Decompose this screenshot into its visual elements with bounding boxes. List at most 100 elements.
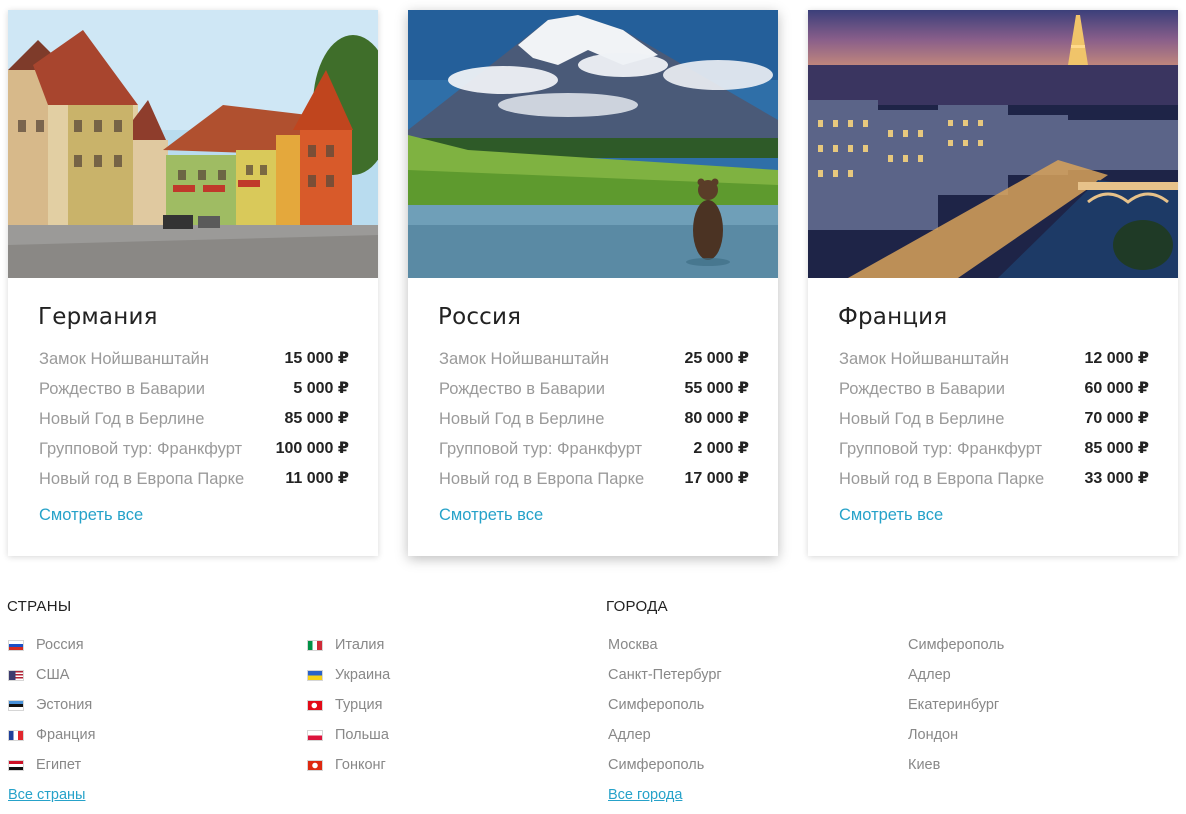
tour-item[interactable]: Новый год в Европа Парке 33 000 ₽ [839, 466, 1149, 496]
tour-name: Новый год в Европа Парке [839, 470, 1045, 488]
cities-column-1: Москва Санкт-Петербург Симферополь Адлер… [608, 630, 722, 780]
tour-name: Новый Год в Берлине [39, 410, 205, 428]
tour-price: 55 000 ₽ [684, 380, 749, 397]
tour-name: Групповой тур: Франкфурт [39, 440, 243, 458]
tour-item[interactable]: Новый Год в Берлине 80 000 ₽ [439, 406, 749, 436]
city-link[interactable]: Санкт-Петербург [608, 660, 722, 690]
city-link[interactable]: Адлер [908, 660, 1004, 690]
destination-card-france[interactable]: Франция Замок Нойшванштайн 12 000 ₽ Рожд… [808, 10, 1178, 556]
tour-price: 100 000 ₽ [275, 440, 349, 457]
card-title: Франция [838, 304, 948, 330]
tour-price: 70 000 ₽ [1084, 410, 1149, 427]
country-link-egypt[interactable]: Египет [8, 750, 95, 780]
see-all-link[interactable]: Смотреть все [439, 506, 543, 525]
city-link[interactable]: Симферополь [608, 690, 722, 720]
tour-name: Новый год в Европа Парке [439, 470, 645, 488]
card-title: Германия [38, 304, 158, 330]
paris-night-photo[interactable] [808, 10, 1178, 278]
russia-volcano-bear-photo[interactable] [408, 10, 778, 278]
tour-item[interactable]: Новый год в Европа Парке 17 000 ₽ [439, 466, 749, 496]
tour-item[interactable]: Групповой тур: Франкфурт 2 000 ₽ [439, 436, 749, 466]
tour-price: 85 000 ₽ [1084, 440, 1149, 457]
tour-name: Рождество в Баварии [839, 380, 1005, 398]
city-link[interactable]: Лондон [908, 720, 1004, 750]
tour-item[interactable]: Замок Нойшванштайн 12 000 ₽ [839, 346, 1149, 376]
country-link-poland[interactable]: Польша [307, 720, 390, 750]
city-link[interactable]: Киев [908, 750, 1004, 780]
flag-estonia-icon [8, 699, 24, 711]
tour-price: 5 000 ₽ [293, 380, 349, 397]
flag-turkey-icon [307, 699, 323, 711]
flag-usa-icon [8, 669, 24, 681]
flag-poland-icon [307, 729, 323, 741]
country-name: США [36, 667, 70, 683]
destination-card-russia[interactable]: Россия Замок Нойшванштайн 25 000 ₽ Рожде… [408, 10, 778, 556]
destination-card-germany[interactable]: Германия Замок Нойшванштайн 15 000 ₽ Рож… [8, 10, 378, 556]
all-cities-link[interactable]: Все города [608, 787, 682, 803]
tour-name: Групповой тур: Франкфурт [439, 440, 643, 458]
all-countries-link[interactable]: Все страны [8, 787, 85, 803]
flag-russia-icon [8, 639, 24, 651]
country-link-hongkong[interactable]: Гонконг [307, 750, 390, 780]
country-name: Россия [36, 637, 84, 653]
country-name: Египет [36, 757, 82, 773]
tour-price: 17 000 ₽ [684, 470, 749, 487]
city-link[interactable]: Симферополь [608, 750, 722, 780]
tour-item[interactable]: Групповой тур: Франкфурт 85 000 ₽ [839, 436, 1149, 466]
city-link[interactable]: Москва [608, 630, 722, 660]
tour-item[interactable]: Новый Год в Берлине 85 000 ₽ [39, 406, 349, 436]
country-link-ukraine[interactable]: Украина [307, 660, 390, 690]
cities-column-2: Симферополь Адлер Екатеринбург Лондон Ки… [908, 630, 1004, 780]
tour-name: Рождество в Баварии [439, 380, 605, 398]
cities-heading: ГОРОДА [606, 598, 668, 615]
tour-item[interactable]: Новый год в Европа Парке 11 000 ₽ [39, 466, 349, 496]
flag-italy-icon [307, 639, 323, 651]
city-link[interactable]: Адлер [608, 720, 722, 750]
country-name: Италия [335, 637, 385, 653]
tour-list: Замок Нойшванштайн 15 000 ₽ Рождество в … [39, 346, 349, 496]
country-name: Эстония [36, 697, 93, 713]
see-all-link[interactable]: Смотреть все [839, 506, 943, 525]
flag-france-icon [8, 729, 24, 741]
tour-item[interactable]: Замок Нойшванштайн 25 000 ₽ [439, 346, 749, 376]
country-link-france[interactable]: Франция [8, 720, 95, 750]
countries-heading: СТРАНЫ [7, 598, 72, 615]
destination-cards: Германия Замок Нойшванштайн 15 000 ₽ Рож… [8, 10, 1178, 556]
tour-price: 12 000 ₽ [1084, 350, 1149, 367]
tour-price: 2 000 ₽ [693, 440, 749, 457]
country-link-italy[interactable]: Италия [307, 630, 390, 660]
see-all-link[interactable]: Смотреть все [39, 506, 143, 525]
country-link-turkey[interactable]: Турция [307, 690, 390, 720]
tour-item[interactable]: Новый Год в Берлине 70 000 ₽ [839, 406, 1149, 436]
country-name: Франция [36, 727, 96, 743]
country-name: Турция [335, 697, 383, 713]
tour-item[interactable]: Групповой тур: Франкфурт 100 000 ₽ [39, 436, 349, 466]
country-link-russia[interactable]: Россия [8, 630, 95, 660]
countries-column-1: Россия США Эстония Франция Египет [8, 630, 95, 780]
tour-name: Новый Год в Берлине [839, 410, 1005, 428]
country-link-estonia[interactable]: Эстония [8, 690, 95, 720]
flag-egypt-icon [8, 759, 24, 771]
country-name: Украина [335, 667, 391, 683]
germany-old-town-photo[interactable] [8, 10, 378, 278]
tour-price: 80 000 ₽ [684, 410, 749, 427]
tour-name: Замок Нойшванштайн [839, 350, 1009, 368]
tour-list: Замок Нойшванштайн 12 000 ₽ Рождество в … [839, 346, 1149, 496]
flag-hongkong-icon [307, 759, 323, 771]
countries-column-2: Италия Украина Турция Польша Гонконг [307, 630, 390, 780]
country-name: Гонконг [335, 757, 386, 773]
tour-item[interactable]: Рождество в Баварии 55 000 ₽ [439, 376, 749, 406]
tour-price: 11 000 ₽ [285, 470, 349, 487]
city-link[interactable]: Екатеринбург [908, 690, 1004, 720]
tour-name: Новый год в Европа Парке [39, 470, 245, 488]
tour-name: Замок Нойшванштайн [439, 350, 609, 368]
tour-price: 85 000 ₽ [284, 410, 349, 427]
tour-item[interactable]: Рождество в Баварии 60 000 ₽ [839, 376, 1149, 406]
card-title: Россия [438, 304, 522, 330]
country-link-usa[interactable]: США [8, 660, 95, 690]
tour-item[interactable]: Замок Нойшванштайн 15 000 ₽ [39, 346, 349, 376]
tour-name: Замок Нойшванштайн [39, 350, 209, 368]
city-link[interactable]: Симферополь [908, 630, 1004, 660]
tour-item[interactable]: Рождество в Баварии 5 000 ₽ [39, 376, 349, 406]
tour-name: Групповой тур: Франкфурт [839, 440, 1043, 458]
